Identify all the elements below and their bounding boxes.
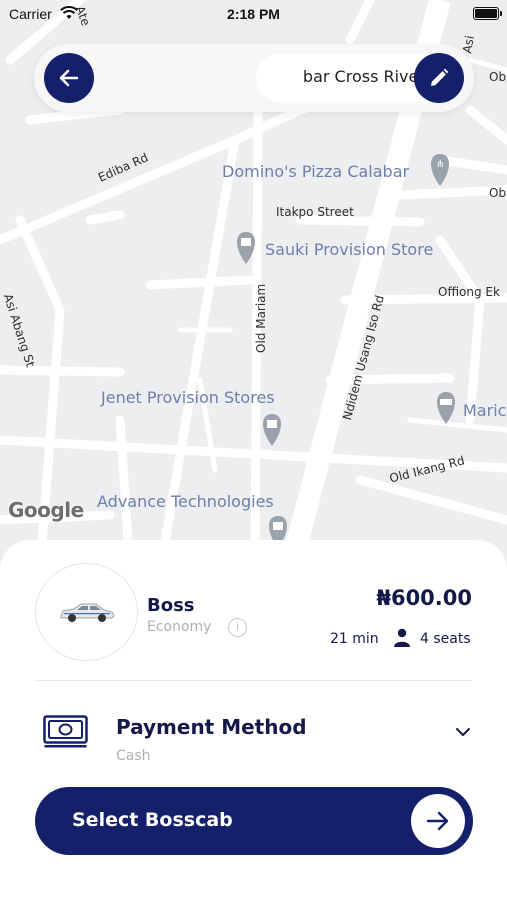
ride-name: Boss xyxy=(147,595,195,616)
poi-label[interactable]: Domino's Pizza Calabar xyxy=(222,162,409,181)
chevron-down-icon xyxy=(456,728,470,736)
poi-label[interactable]: Advance Technologies xyxy=(97,492,274,511)
svg-text:⋔: ⋔ xyxy=(436,159,444,170)
car-icon xyxy=(60,603,115,622)
ride-seats: 4 seats xyxy=(420,631,471,647)
street-label: Itakpo Street xyxy=(276,205,354,219)
street-label: Ob xyxy=(489,70,507,84)
back-button[interactable] xyxy=(44,53,94,103)
arrow-circle xyxy=(411,794,465,848)
poi-label[interactable]: Maric xyxy=(463,401,506,420)
cash-icon xyxy=(43,715,88,748)
payment-value: Cash xyxy=(116,748,151,764)
select-ride-label: Select Bosscab xyxy=(72,809,233,831)
street-label: Offiong Ek xyxy=(438,285,500,299)
person-icon xyxy=(394,628,410,647)
status-time: 2:18 PM xyxy=(227,6,280,22)
edit-destination-button[interactable] xyxy=(414,53,464,103)
ride-sheet: Boss Economy i ₦600.00 21 min 4 seats Pa… xyxy=(0,540,507,900)
ride-eta: 21 min xyxy=(330,631,379,647)
status-bar: Carrier 2:18 PM xyxy=(0,0,507,30)
google-logo: Google xyxy=(8,498,84,522)
payment-method-selector[interactable]: Payment Method Cash xyxy=(0,700,507,770)
divider xyxy=(35,680,472,681)
arrow-right-icon xyxy=(426,811,449,831)
pencil-icon xyxy=(431,68,449,86)
battery-icon xyxy=(473,7,502,20)
poi-label[interactable]: Sauki Provision Store xyxy=(265,240,433,259)
street-label: Old Mariam xyxy=(254,283,268,353)
vehicle-avatar xyxy=(35,563,138,661)
ride-price: ₦600.00 xyxy=(376,586,472,610)
info-icon[interactable]: i xyxy=(228,618,247,637)
arrow-left-icon xyxy=(59,69,79,87)
select-ride-button[interactable]: Select Bosscab xyxy=(35,787,473,855)
payment-title: Payment Method xyxy=(116,715,307,739)
ride-class: Economy xyxy=(147,619,212,635)
route-bar: bar Cross River N xyxy=(34,44,474,112)
poi-label[interactable]: Jenet Provision Stores xyxy=(101,388,275,407)
street-label: Ob xyxy=(489,186,507,200)
